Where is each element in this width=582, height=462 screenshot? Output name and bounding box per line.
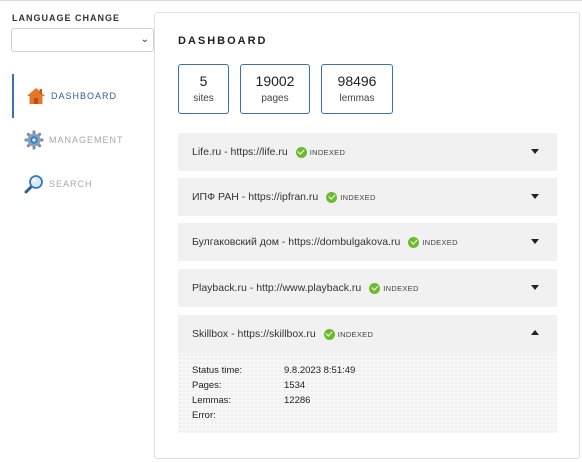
status-text: INDEXED [383, 283, 419, 293]
stat-label: sites [193, 93, 214, 104]
caret-up-icon[interactable] [531, 330, 539, 335]
status-badge: INDEXED [369, 282, 419, 294]
check-circle-icon [323, 328, 335, 340]
status-badge: INDEXED [326, 191, 376, 203]
site-name: Булгаковский дом - https://dombulgakova.… [192, 236, 401, 248]
site-name: Life.ru - https://life.ru [192, 146, 288, 158]
dashboard-panel: DASHBOARD 5 sites 19002 pages 98496 lemm… [154, 12, 580, 459]
detail-status-time: Status time: 9.8.2023 8:51:49 [192, 365, 355, 376]
chevron-down-icon: ⌄ [140, 34, 149, 45]
detail-label: Error: [192, 410, 216, 421]
language-select[interactable]: ⌄ [11, 28, 154, 52]
gear-icon [24, 130, 44, 150]
sidebar-item-dashboard[interactable]: DASHBOARD [12, 74, 154, 118]
stat-pages: 19002 pages [240, 64, 310, 114]
house-icon [27, 88, 45, 104]
sidebar-item-search[interactable]: SEARCH [12, 162, 154, 206]
check-circle-icon [326, 191, 338, 203]
site-name: Playback.ru - http://www.playback.ru [192, 282, 362, 294]
site-name: ИПФ РАН - https://ipfran.ru [192, 191, 319, 203]
caret-down-icon[interactable] [531, 285, 539, 290]
site-row[interactable]: Life.ru - https://life.ru INDEXED [178, 133, 557, 171]
stat-value: 98496 [337, 73, 377, 89]
site-row[interactable]: ИПФ РАН - https://ipfran.ru INDEXED [178, 178, 557, 216]
status-badge: INDEXED [295, 146, 346, 158]
page-title: DASHBOARD [178, 35, 268, 47]
status-badge: INDEXED [408, 236, 458, 248]
sidebar: LANGUAGE CHANGE ⌄ DASHBOARD MANAGEMENT S… [0, 1, 154, 462]
check-circle-icon [408, 236, 420, 248]
site-details: Status time: 9.8.2023 8:51:49 Pages: 1534 … [178, 353, 557, 433]
caret-down-icon[interactable] [531, 239, 539, 244]
site-row[interactable]: Булгаковский дом - https://dombulgakova.… [178, 223, 557, 261]
status-badge: INDEXED [323, 328, 374, 340]
stat-value: 19002 [255, 73, 295, 89]
detail-value: 12286 [284, 395, 311, 406]
site-name: Skillbox - https://skillbox.ru [192, 328, 316, 340]
stat-sites: 5 sites [178, 64, 229, 114]
check-circle-icon [369, 282, 381, 294]
status-text: INDEXED [309, 147, 346, 157]
caret-down-icon[interactable] [531, 194, 539, 199]
site-row[interactable]: Playback.ru - http://www.playback.ru IND… [178, 269, 557, 307]
sidebar-item-label: SEARCH [49, 179, 93, 189]
stat-label: lemmas [339, 93, 375, 104]
check-circle-icon [295, 146, 307, 158]
caret-down-icon[interactable] [531, 149, 539, 154]
status-text: INDEXED [340, 192, 376, 202]
status-text: INDEXED [422, 237, 458, 247]
detail-label: Pages: [192, 380, 222, 391]
detail-error: Error: [192, 410, 284, 421]
stat-value: 5 [199, 73, 208, 89]
detail-label: Lemmas: [192, 395, 232, 406]
stat-label: pages [261, 93, 289, 104]
detail-value: 1534 [284, 380, 306, 391]
sidebar-item-label: DASHBOARD [51, 91, 118, 101]
sidebar-item-management[interactable]: MANAGEMENT [12, 118, 154, 162]
sidebar-item-label: MANAGEMENT [49, 135, 124, 145]
site-row[interactable]: Skillbox - https://skillbox.ru INDEXED [178, 315, 557, 353]
status-text: INDEXED [337, 329, 374, 339]
detail-pages: Pages: 1534 [192, 380, 305, 391]
magnifier-icon [24, 175, 43, 194]
language-change-label: LANGUAGE CHANGE [12, 13, 121, 23]
detail-label: Status time: [192, 365, 243, 376]
stat-lemmas: 98496 lemmas [321, 64, 393, 114]
detail-value: 9.8.2023 8:51:49 [284, 365, 356, 376]
detail-lemmas: Lemmas: 12286 [192, 395, 310, 406]
